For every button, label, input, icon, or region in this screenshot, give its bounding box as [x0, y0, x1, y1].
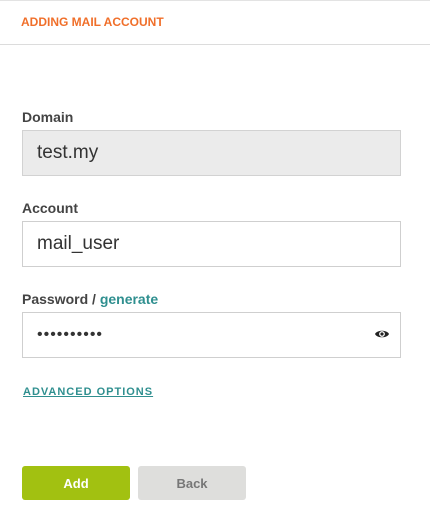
password-label-row: Password / generate — [22, 291, 158, 307]
password-field[interactable] — [22, 312, 401, 358]
domain-label: Domain — [22, 109, 74, 125]
password-label: Password — [22, 291, 89, 307]
eye-icon[interactable] — [374, 326, 390, 342]
account-label: Account — [22, 200, 78, 216]
page-title: ADDING MAIL ACCOUNT — [21, 15, 164, 29]
account-field[interactable] — [22, 221, 401, 267]
add-button[interactable]: Add — [22, 466, 130, 500]
back-button[interactable]: Back — [138, 466, 246, 500]
advanced-options-link[interactable]: ADVANCED OPTIONS — [23, 386, 153, 398]
password-label-separator: / — [88, 291, 100, 307]
domain-field — [22, 130, 401, 176]
page-header: ADDING MAIL ACCOUNT — [0, 1, 430, 45]
generate-password-link[interactable]: generate — [100, 291, 158, 307]
